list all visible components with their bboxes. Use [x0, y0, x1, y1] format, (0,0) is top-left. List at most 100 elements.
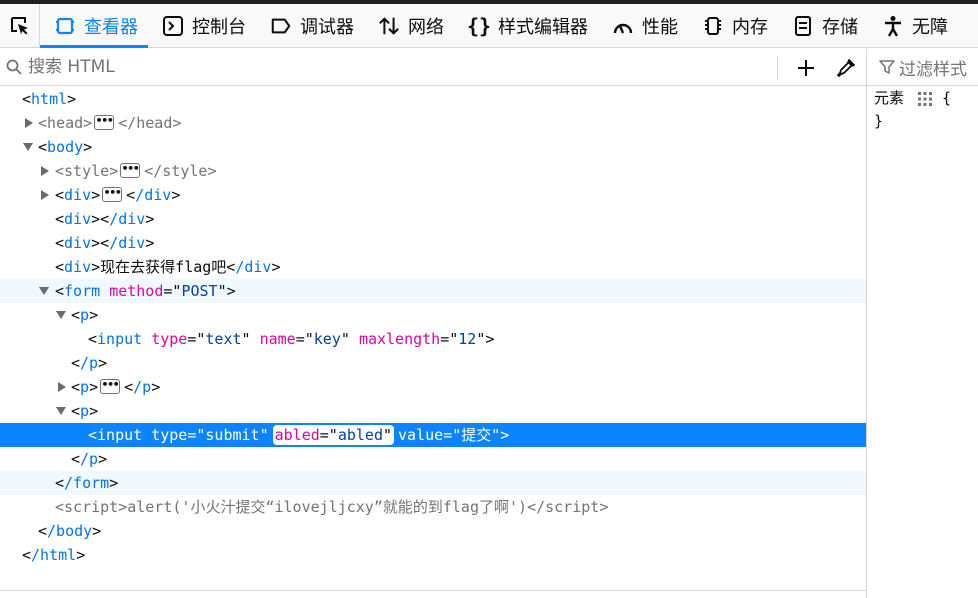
- filter-icon: [879, 59, 895, 75]
- tag-name: /style: [153, 162, 208, 180]
- attr-value[interactable]: submit: [205, 426, 259, 444]
- tab-network[interactable]: 网络: [364, 4, 454, 48]
- attr-name[interactable]: type: [151, 330, 187, 348]
- markup-line-p[interactable]: <p>: [0, 399, 866, 423]
- markup-line-p[interactable]: <p>: [0, 303, 866, 327]
- attr-value[interactable]: 提交: [461, 426, 491, 444]
- tag-name: /p: [80, 354, 99, 372]
- tab-label: 无障: [912, 16, 948, 38]
- attr-value[interactable]: 12: [458, 330, 476, 348]
- markup-line-p-collapsed[interactable]: <p> ••• </p>: [0, 375, 866, 399]
- collapse-twisty-icon[interactable]: [39, 287, 49, 295]
- markup-line-body-close[interactable]: </body>: [0, 519, 866, 543]
- attr-name[interactable]: abled: [275, 426, 320, 444]
- text-node: 现在去获得flag吧: [100, 258, 227, 276]
- element-picker-icon: [10, 16, 28, 34]
- collapsed-content-ellipsis[interactable]: •••: [94, 115, 115, 130]
- markup-line-p-close[interactable]: </p>: [0, 351, 866, 375]
- tab-label: 调试器: [300, 16, 354, 38]
- tag-name: style: [64, 162, 110, 180]
- accessibility-icon: [882, 15, 904, 37]
- storage-icon: [792, 15, 814, 37]
- markup-line-input-text[interactable]: <input type="text" name="key" maxlength=…: [0, 327, 866, 351]
- tab-storage[interactable]: 存储: [778, 4, 868, 48]
- tab-label: 内存: [732, 16, 768, 38]
- tab-style-editor[interactable]: {} 样式编辑器: [454, 4, 598, 48]
- style-editor-icon: {}: [466, 13, 492, 38]
- tag-name: p: [80, 378, 90, 396]
- markup-line-div-empty[interactable]: <div></div>: [0, 207, 866, 231]
- attr-value[interactable]: abled: [338, 426, 383, 444]
- attr-name[interactable]: name: [260, 330, 296, 348]
- tag-name: div: [64, 234, 92, 252]
- markup-line-input-submit-selected[interactable]: <input type="submit" abled="abled" value="…: [0, 423, 866, 447]
- devtools-toolbar: 查看器 控制台 调试器 网络 {} 样式编辑器 性能 内存 存储 无障: [0, 3, 978, 48]
- markup-line-div-collapsed[interactable]: <div> ••• </div>: [0, 183, 866, 207]
- rule-open-brace: {: [942, 89, 952, 107]
- tab-memory[interactable]: 内存: [688, 4, 778, 48]
- tab-debugger[interactable]: 调试器: [256, 4, 364, 48]
- collapse-twisty-icon[interactable]: [23, 143, 33, 151]
- markup-line-div-text[interactable]: <div>现在去获得flag吧</div>: [0, 255, 866, 279]
- search-icon: [0, 59, 28, 75]
- attr-name[interactable]: value: [398, 426, 443, 444]
- tag-name: /head: [127, 114, 173, 132]
- expand-twisty-icon[interactable]: [25, 118, 33, 128]
- console-icon: [162, 15, 184, 37]
- grid-icon[interactable]: [918, 91, 933, 106]
- tag-name: form: [64, 282, 101, 300]
- tab-label: 网络: [408, 16, 444, 38]
- attr-value[interactable]: key: [314, 330, 341, 348]
- attr-value[interactable]: text: [205, 330, 241, 348]
- inspector-icon: [54, 15, 76, 37]
- tag-name: div: [64, 186, 92, 204]
- markup-line-p-close[interactable]: </p>: [0, 447, 866, 471]
- tab-performance[interactable]: 性能: [598, 4, 688, 48]
- markup-line-body[interactable]: <body>: [0, 135, 866, 159]
- collapse-twisty-icon[interactable]: [56, 407, 66, 415]
- tag-name: script: [64, 498, 119, 516]
- tag-name: html: [31, 90, 68, 108]
- tag-name: /body: [47, 522, 93, 540]
- markup-line-html-close[interactable]: </html>: [0, 543, 866, 567]
- tag-name: input: [97, 426, 143, 444]
- collapsed-content-ellipsis[interactable]: •••: [120, 163, 141, 178]
- filter-styles-placeholder: 过滤样式: [899, 59, 967, 80]
- expand-twisty-icon[interactable]: [58, 382, 66, 392]
- collapsed-content-ellipsis[interactable]: •••: [100, 379, 121, 394]
- expand-twisty-icon[interactable]: [41, 166, 49, 176]
- tag-name: p: [80, 402, 90, 420]
- markup-line-script[interactable]: <script>alert('小火汁提交“ilovejljcxy”就能的到fla…: [0, 495, 866, 519]
- markup-line-form-close[interactable]: </form>: [0, 471, 866, 495]
- tab-accessibility[interactable]: 无障: [868, 4, 958, 48]
- rules-view: 元素 { }: [867, 87, 978, 133]
- tab-console[interactable]: 控制台: [148, 4, 256, 48]
- tag-name: /div: [109, 234, 146, 252]
- markup-line-head[interactable]: <head> ••• </head>: [0, 111, 866, 135]
- performance-icon: [612, 15, 634, 37]
- tab-inspector[interactable]: 查看器: [40, 4, 148, 48]
- search-html-input[interactable]: [28, 57, 768, 77]
- attr-name[interactable]: method: [109, 282, 163, 300]
- attr-name[interactable]: maxlength: [359, 330, 440, 348]
- attribute-edit-box[interactable]: abled="abled": [270, 423, 397, 447]
- element-picker-button[interactable]: [0, 3, 40, 48]
- eyedropper-button[interactable]: [826, 49, 866, 86]
- collapsed-content-ellipsis[interactable]: •••: [102, 187, 123, 202]
- collapse-twisty-icon[interactable]: [56, 311, 66, 319]
- markup-line-div-empty[interactable]: <div></div>: [0, 231, 866, 255]
- attr-name[interactable]: type: [151, 426, 187, 444]
- rules-filter-bar[interactable]: 过滤样式: [867, 49, 978, 86]
- attr-value[interactable]: POST: [181, 282, 217, 300]
- markup-view: <html> <head> ••• </head> <body> <style> ••…: [0, 87, 866, 591]
- markup-line-style[interactable]: <style> ••• </style>: [0, 159, 866, 183]
- element-selector: 元素: [874, 89, 905, 107]
- expand-twisty-icon[interactable]: [41, 190, 49, 200]
- add-node-button[interactable]: [786, 49, 826, 86]
- markup-line-html[interactable]: <html>: [0, 87, 866, 111]
- markup-line-form[interactable]: <form method="POST">: [0, 279, 866, 303]
- element-rule-footer: }: [874, 110, 978, 133]
- tag-name: div: [64, 210, 92, 228]
- tab-label: 存储: [822, 16, 858, 38]
- plus-icon: [798, 59, 814, 76]
